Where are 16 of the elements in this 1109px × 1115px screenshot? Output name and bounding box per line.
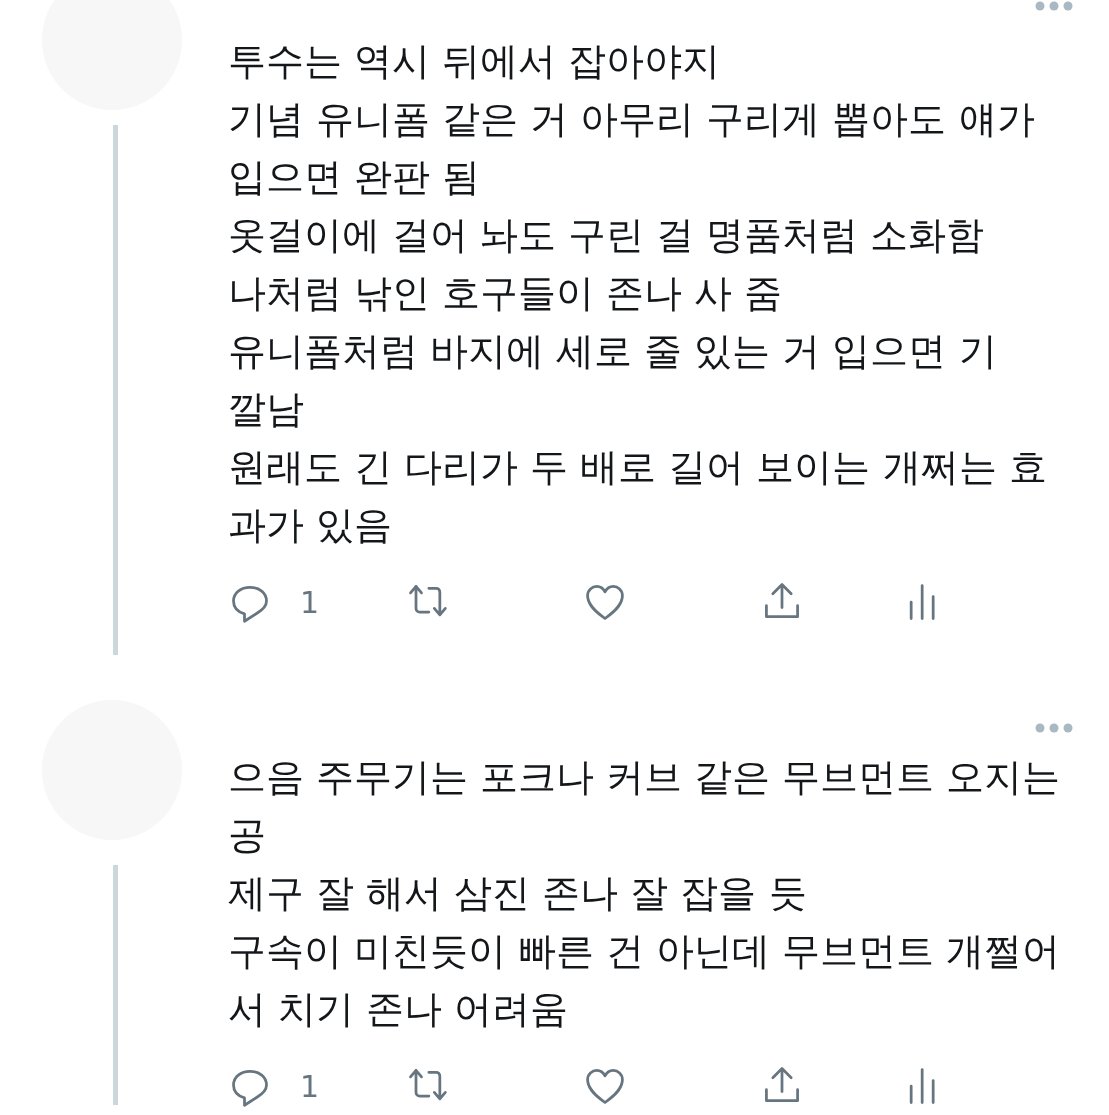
tweet-text: 나처럼 낚인 호구들이 존나 사 줌: [228, 270, 784, 317]
tweet-text: 과가 있음: [228, 502, 394, 549]
tweet-text: 서 치기 존나 어려움: [228, 986, 570, 1033]
tweet-text: 공: [228, 812, 267, 859]
tweet-text: 깔남: [228, 386, 305, 433]
tweet-text: 기념 유니폼 같은 거 아무리 구리게 뽑아도 얘가: [228, 96, 1036, 143]
reply-count: 1: [300, 1068, 320, 1104]
tweet-text: 옷걸이에 걸어 놔도 구린 걸 명품처럼 소화함: [228, 212, 986, 259]
tweet-text: 투수는 역시 뒤에서 잡아야지: [228, 38, 722, 85]
tweet-text: 제구 잘 해서 삼진 존나 잘 잡을 듯: [228, 870, 808, 917]
tweet-text: 구속이 미친듯이 빠른 건 아닌데 무브먼트 개쩔어: [228, 928, 1062, 975]
tweet-text: 원래도 긴 다리가 두 배로 길어 보이는 개쩌는 효: [228, 444, 1048, 491]
tweet-text: 입으면 완판 됨: [228, 154, 482, 201]
reply-count: 1: [300, 584, 320, 620]
tweet-text: 유니폼처럼 바지에 세로 줄 있는 거 입으면 기: [228, 328, 998, 375]
tweet-text: 으음 주무기는 포크나 커브 같은 무브먼트 오지는: [228, 754, 1062, 801]
